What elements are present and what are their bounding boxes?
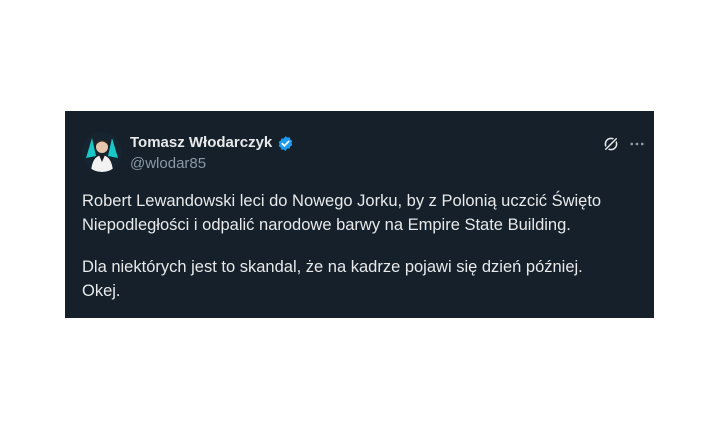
tweet-line: Dla niektórych jest to skandal, że na ka… (82, 258, 583, 276)
avatar[interactable] (82, 132, 122, 172)
tweet-line: Okej. (82, 282, 121, 300)
more-icon[interactable] (628, 135, 646, 153)
tweet-card[interactable]: Tomasz Włodarczyk @wlodar85 Robert Lewan… (65, 111, 654, 318)
verified-badge-icon (278, 136, 293, 151)
grok-icon[interactable] (602, 135, 620, 153)
tweet-text: Robert Lewandowski leci do Nowego Jorku,… (82, 189, 642, 303)
author-handle[interactable]: @wlodar85 (130, 155, 206, 172)
tweet-line: Robert Lewandowski leci do Nowego Jorku,… (82, 192, 602, 210)
tweet-line: Niepodległości i odpalić narodowe barwy … (82, 216, 571, 234)
display-name[interactable]: Tomasz Włodarczyk (130, 134, 272, 151)
